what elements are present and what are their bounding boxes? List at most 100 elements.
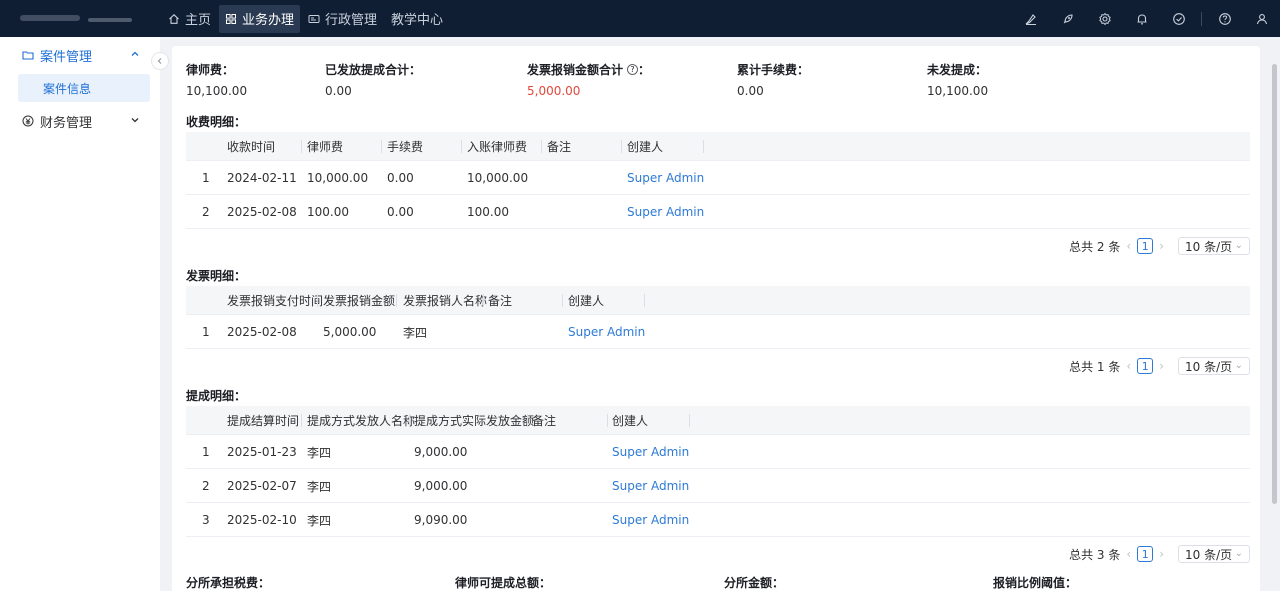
table-cell: 2025-01-23 [227,445,297,459]
page-size-value: 10 条/页 [1185,547,1233,562]
summary-label-suffix: ： [638,63,651,77]
column-header: 提成方式实际发放金额 [414,414,535,428]
help-icon[interactable] [1206,0,1243,37]
table-header: 收款时间 律师费 手续费 入账律师费 备注 创建人 [186,132,1250,161]
summary-label: 未发提成： [927,63,988,77]
grid-icon [225,13,237,25]
creator-link[interactable]: Super Admin [627,195,704,229]
creator-link[interactable]: Super Admin [627,161,704,195]
sidebar-item-label: 案件信息 [43,81,92,96]
creator-link[interactable]: Super Admin [612,435,689,469]
user-icon[interactable] [1243,0,1280,37]
row-index: 2 [202,479,210,493]
page-number[interactable]: 1 [1137,358,1154,374]
chevron-left-icon[interactable]: ‹ [1126,547,1131,561]
nav-business-label: 业务办理 [242,13,295,28]
summary-value: 0.00 [325,84,352,98]
chevron-left-icon[interactable]: ‹ [1126,359,1131,373]
creator-link[interactable]: Super Admin [612,469,689,503]
table-cell: 2025-02-07 [227,479,297,493]
fees-table: 收款时间 律师费 手续费 入账律师费 备注 创建人 1 2024-02-11 1… [186,132,1250,229]
summary-invoice-total: 发票报销金额合计 ? ： 5,000.00 [527,62,650,98]
table-row[interactable]: 3 2025-02-10 李四 9,090.00 Super Admin [186,503,1250,537]
summary-value: 5,000.00 [527,84,581,98]
chevron-left-icon[interactable]: ‹ [1126,239,1131,253]
sidebar-collapse-button[interactable] [151,52,169,70]
summary-total-fees: 累计手续费： 0.00 [737,62,809,98]
column-header: 收款时间 [227,140,276,154]
page-size-select[interactable]: 10 条/页 ⌄ [1178,237,1250,255]
table-row[interactable]: 2 2025-02-08 100.00 0.00 100.00 Super Ad… [186,195,1250,229]
id-card-icon [308,13,320,25]
column-header: 创建人 [568,294,605,308]
chevron-up-icon [130,48,140,63]
column-header: 提成结算时间 [227,414,300,428]
toolbar-divider [1201,11,1202,26]
column-header: 手续费 [387,140,424,154]
summary-label: 发票报销金额合计 [527,63,624,77]
column-header: 提成方式发放人名称 [307,414,416,428]
main-nav: 主页 业务办理 行政管理 教学中心 [162,0,451,37]
table-row[interactable]: 1 2025-02-08 5,000.00 李四 Super Admin [186,315,1250,349]
commissions-table: 提成结算时间 提成方式发放人名称 提成方式实际发放金额 备注 创建人 1 202… [186,406,1250,537]
nav-teaching[interactable]: 教学中心 [385,5,449,33]
sidebar-item-case-management[interactable]: 案件管理 [0,38,160,72]
summary-lawyer-fee: 律师费： 10,100.00 [186,62,247,98]
gear-icon[interactable] [1086,0,1123,37]
bottom-label: 分所金额： [724,576,785,590]
rocket-icon[interactable] [1049,0,1086,37]
page-size-select[interactable]: 10 条/页 ⌄ [1178,545,1250,563]
creator-link[interactable]: Super Admin [612,503,689,537]
commissions-pagination: 总共 3 条 ‹ 1 › 10 条/页 ⌄ [1069,545,1250,563]
logo [0,0,150,37]
summary-label: 已发放提成合计： [325,63,422,77]
page-number[interactable]: 1 [1137,546,1154,562]
brush-icon[interactable] [1012,0,1049,37]
table-cell: 10,000.00 [307,171,369,185]
sidebar-item-label: 财务管理 [40,115,93,131]
money-icon [22,115,34,127]
summary-label: 累计手续费： [737,63,810,77]
table-header: 发票报销支付时间 发票报销金额 发票报销人名称 备注 创建人 [186,286,1250,315]
pagination-total: 总共 2 条 [1069,239,1121,254]
page-size-value: 10 条/页 [1185,359,1233,374]
chevron-down-icon: ⌄ [1234,240,1243,251]
column-header: 备注 [488,294,513,308]
table-cell: 2025-02-10 [227,513,297,527]
nav-business[interactable]: 业务办理 [219,4,301,33]
column-header: 入账律师费 [467,140,528,154]
row-index: 1 [202,445,210,459]
row-index: 3 [202,513,210,527]
folder-icon [22,49,34,61]
summary-unpaid-commission: 未发提成： 10,100.00 [927,62,988,98]
table-cell: 0.00 [387,171,414,185]
table-row[interactable]: 1 2025-01-23 李四 9,000.00 Super Admin [186,435,1250,469]
summary-paid-commission: 已发放提成合计： 0.00 [325,62,421,98]
chevron-down-icon: ⌄ [1234,548,1243,559]
creator-link[interactable]: Super Admin [568,315,645,349]
check-circle-icon[interactable] [1160,0,1197,37]
commissions-section-title: 提成明细： [186,389,247,403]
invoices-pagination: 总共 1 条 ‹ 1 › 10 条/页 ⌄ [1069,357,1250,375]
nav-home[interactable]: 主页 [162,5,217,33]
bottom-label: 分所承担税费： [186,576,271,590]
table-row[interactable]: 2 2025-02-07 李四 9,000.00 Super Admin [186,469,1250,503]
table-row[interactable]: 1 2024-02-11 10,000.00 0.00 10,000.00 Su… [186,161,1250,195]
table-cell: 100.00 [307,205,349,219]
chevron-down-icon [130,114,140,129]
chevron-right-icon[interactable]: › [1159,239,1164,253]
sidebar-item-case-info[interactable]: 案件信息 [18,74,150,102]
toolbar [1012,0,1280,37]
nav-admin[interactable]: 行政管理 [302,5,383,33]
bell-icon[interactable] [1123,0,1160,37]
column-header: 律师费 [307,140,344,154]
chevron-right-icon[interactable]: › [1159,359,1164,373]
scrollbar[interactable] [1272,64,1277,504]
help-icon[interactable]: ? [627,64,639,75]
page-number[interactable]: 1 [1137,238,1154,254]
sidebar-item-finance-management[interactable]: 财务管理 [0,104,160,138]
page-size-value: 10 条/页 [1185,239,1233,254]
page-size-select[interactable]: 10 条/页 ⌄ [1178,357,1250,375]
table-cell: 9,000.00 [414,445,468,459]
chevron-right-icon[interactable]: › [1159,547,1164,561]
